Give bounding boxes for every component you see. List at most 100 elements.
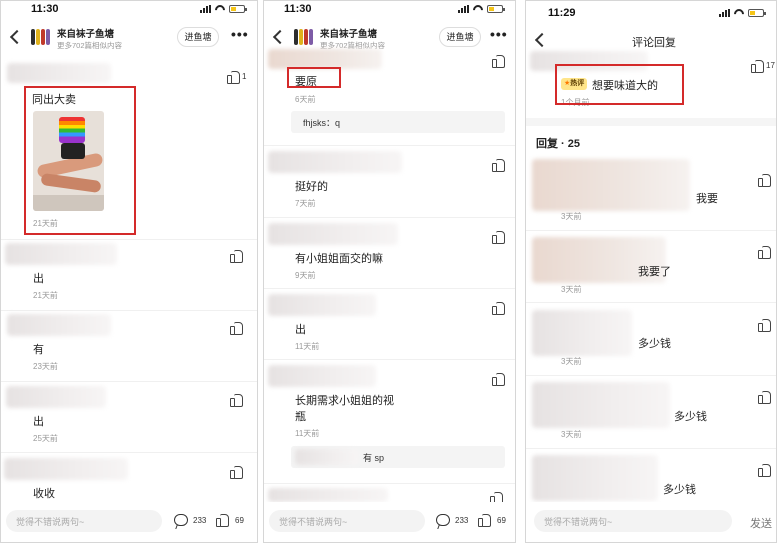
blurred-username xyxy=(268,294,376,316)
send-button[interactable]: 发送 xyxy=(750,515,772,531)
reply-preview[interactable]: 有 sp xyxy=(291,446,505,468)
like-icon[interactable] xyxy=(492,301,505,315)
blurred-username xyxy=(268,488,388,502)
bottom-bar: 觉得不错说两句~ 发送 xyxy=(526,502,776,542)
comment-text: 挺好的 xyxy=(295,181,328,193)
blurred-username xyxy=(268,223,398,245)
comment-icon[interactable] xyxy=(174,514,188,526)
comment-text: 收收 xyxy=(33,488,55,500)
comment-input[interactable]: 觉得不错说两句~ xyxy=(6,510,162,532)
like-icon[interactable] xyxy=(758,245,771,259)
reply-text: 我要 xyxy=(696,193,718,205)
battery-icon xyxy=(487,5,505,13)
like-count: 1 xyxy=(242,72,247,81)
like-icon[interactable] xyxy=(230,321,243,335)
status-time: 11:29 xyxy=(548,7,576,19)
highlight-box xyxy=(287,67,341,88)
more-options-icon[interactable]: ••• xyxy=(490,27,508,41)
status-bar: 11:30 xyxy=(264,1,515,19)
blurred-username xyxy=(268,151,402,173)
phone-panel-3: 11:29 评论回复 17 ★热评 想要味道大的 1个月前 回复 · 25 我要… xyxy=(525,0,777,543)
reply-time: 3天前 xyxy=(561,285,582,294)
blurred-username xyxy=(6,386,106,408)
like-icon[interactable] xyxy=(758,173,771,187)
reply-text: 多少钱 xyxy=(638,338,671,350)
like-icon[interactable] xyxy=(230,249,243,263)
like-count: 69 xyxy=(235,516,244,525)
reply-text: 我要了 xyxy=(638,266,671,278)
like-icon[interactable] xyxy=(492,54,505,68)
phone-panel-1: 11:30 来自袜子鱼塘 更多702篇相似内容 进鱼塘 ••• 1 同出大卖 2… xyxy=(0,0,258,543)
highlight-box xyxy=(24,86,136,235)
comment-text: 有小姐姐面交的嘛 xyxy=(295,253,383,265)
comment-time: 7天前 xyxy=(295,199,316,208)
group-title[interactable]: 来自袜子鱼塘 xyxy=(320,26,377,40)
like-icon[interactable] xyxy=(492,230,505,244)
like-icon[interactable] xyxy=(758,318,771,332)
comment-time: 21天前 xyxy=(33,291,58,300)
group-logo[interactable] xyxy=(31,27,51,47)
replies-count-title: 回复 · 25 xyxy=(536,138,581,150)
like-count: 69 xyxy=(497,516,506,525)
blurred-username xyxy=(295,449,359,465)
like-icon[interactable] xyxy=(758,390,771,404)
comment-time: 23天前 xyxy=(33,362,58,371)
reply-time: 3天前 xyxy=(561,212,582,221)
status-bar: 11:30 xyxy=(1,1,257,19)
like-icon[interactable] xyxy=(230,465,243,479)
reply-text: 多少钱 xyxy=(663,484,696,496)
group-logo[interactable] xyxy=(294,27,314,47)
blurred-username xyxy=(268,49,382,69)
comment-time: 11天前 xyxy=(295,429,320,438)
comment-text: 有 xyxy=(33,344,44,356)
comment-text: 出 xyxy=(33,273,44,285)
blurred-username xyxy=(532,159,690,211)
back-icon[interactable] xyxy=(9,30,21,44)
wifi-icon xyxy=(734,9,744,17)
comment-text: 出 xyxy=(295,324,306,336)
highlight-box xyxy=(555,64,684,105)
blurred-username xyxy=(4,458,128,480)
like-icon[interactable] xyxy=(227,70,240,84)
join-group-button[interactable]: 进鱼塘 xyxy=(439,27,481,47)
like-icon[interactable] xyxy=(492,158,505,172)
comment-text: 出 xyxy=(33,416,44,428)
like-icon[interactable] xyxy=(758,463,771,477)
like-icon[interactable] xyxy=(751,59,764,73)
reply-preview[interactable]: fhjsks：q xyxy=(291,111,505,133)
comment-icon[interactable] xyxy=(436,514,450,526)
comment-time: 9天前 xyxy=(295,271,316,280)
comment-text: 瓶 xyxy=(295,411,306,423)
back-icon[interactable] xyxy=(272,30,284,44)
wifi-icon xyxy=(473,5,483,13)
like-count: 17 xyxy=(766,61,775,70)
comment-time: 11天前 xyxy=(295,342,320,351)
screenshot-stage: 11:30 来自袜子鱼塘 更多702篇相似内容 进鱼塘 ••• 1 同出大卖 2… xyxy=(0,0,777,543)
bottom-bar: 觉得不错说两句~ 233 69 xyxy=(1,502,257,542)
blurred-username xyxy=(5,243,117,265)
blurred-username xyxy=(532,455,658,501)
blurred-username xyxy=(268,365,376,387)
comment-count: 233 xyxy=(455,516,469,525)
like-icon[interactable] xyxy=(478,513,491,527)
more-options-icon[interactable]: ••• xyxy=(231,27,249,41)
comment-input[interactable]: 觉得不错说两句~ xyxy=(269,510,425,532)
like-icon[interactable] xyxy=(230,393,243,407)
join-group-button[interactable]: 进鱼塘 xyxy=(177,27,219,47)
like-icon[interactable] xyxy=(216,513,229,527)
back-icon[interactable] xyxy=(534,33,546,47)
reply-header: 评论回复 xyxy=(526,21,776,55)
group-subtitle[interactable]: 更多702篇相似内容 xyxy=(57,40,122,51)
like-icon[interactable] xyxy=(492,372,505,386)
comment-time: 25天前 xyxy=(33,434,58,443)
reply-input[interactable]: 觉得不错说两句~ xyxy=(534,510,732,532)
signal-icon xyxy=(458,5,469,13)
status-time: 11:30 xyxy=(31,3,59,15)
page-title: 评论回复 xyxy=(632,37,676,49)
blurred-username xyxy=(532,382,670,428)
blurred-username xyxy=(532,310,632,356)
reply-text: 多少钱 xyxy=(674,411,707,423)
group-title[interactable]: 来自袜子鱼塘 xyxy=(57,26,114,40)
status-bar: 11:29 xyxy=(526,1,776,19)
wifi-icon xyxy=(215,5,225,13)
